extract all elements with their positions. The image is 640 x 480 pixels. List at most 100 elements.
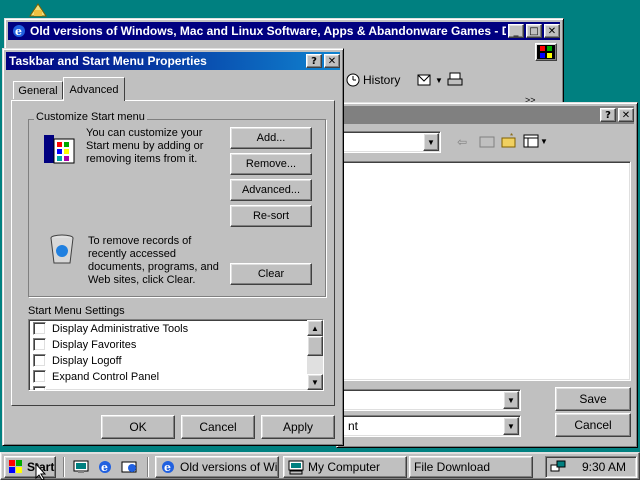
clear-description: To remove records of recently accessed d…: [88, 235, 219, 286]
history-button[interactable]: History: [345, 69, 400, 91]
ie-icon: e: [160, 459, 176, 475]
ie-icon: e: [11, 23, 27, 39]
tab-label: General: [18, 84, 58, 97]
start-button[interactable]: Start: [4, 456, 56, 478]
mail-button[interactable]: ▼: [417, 69, 443, 91]
tab-panel: Customize Start menu You can customize y…: [11, 100, 335, 406]
minimize-button[interactable]: _: [508, 24, 524, 38]
combo-dropdown-button[interactable]: ▼: [503, 391, 519, 409]
settings-checkbox[interactable]: [33, 354, 46, 367]
task-button-my-computer[interactable]: My Computer: [283, 456, 407, 478]
task-button-file-download[interactable]: File Download: [409, 456, 533, 478]
properties-titlebar[interactable]: Taskbar and Start Menu Properties ? ✕: [6, 52, 340, 70]
svg-text:e: e: [164, 461, 171, 474]
settings-item[interactable]: Expand Control Panel: [33, 370, 159, 383]
start-menu-icon: [42, 133, 76, 168]
combo-dropdown-button[interactable]: ▼: [423, 133, 439, 151]
settings-item-partial: [33, 386, 153, 390]
help-button[interactable]: ?: [600, 108, 616, 122]
svg-text:e: e: [15, 25, 22, 38]
browser-title: Old versions of Windows, Mac and Linux S…: [30, 24, 506, 38]
quick-launch-divider: [63, 457, 65, 477]
apply-button[interactable]: Apply: [261, 415, 335, 439]
close-button[interactable]: ✕: [618, 108, 634, 122]
properties-title: Taskbar and Start Menu Properties: [9, 54, 207, 68]
history-icon: [345, 72, 361, 88]
new-folder-icon[interactable]: *: [501, 132, 517, 152]
print-icon: [447, 72, 463, 88]
mouse-cursor-icon: [35, 462, 47, 480]
system-tray: 9:30 AM: [545, 456, 637, 478]
task-label: File Download: [414, 460, 491, 474]
quick-launch-ie-icon[interactable]: e: [97, 459, 113, 478]
scroll-thumb[interactable]: [307, 336, 323, 356]
quick-launch-outlook-icon[interactable]: [121, 459, 137, 478]
ok-button[interactable]: OK: [101, 415, 175, 439]
add-button[interactable]: Add...: [230, 127, 312, 149]
cancel-button[interactable]: Cancel: [181, 415, 255, 439]
location-combo[interactable]: ▼: [341, 131, 441, 153]
resort-button[interactable]: Re-sort: [230, 205, 312, 227]
network-icon[interactable]: [550, 459, 566, 475]
file-download-window: ? ✕ ▼ ⇦ * ▼ ▼ Save nt ▼ Cancel: [336, 102, 638, 448]
close-button[interactable]: ✕: [324, 54, 340, 68]
file-list[interactable]: [341, 161, 631, 381]
task-divider: [147, 457, 149, 477]
settings-item-label: Display Administrative Tools: [52, 322, 189, 335]
settings-checkbox[interactable]: [33, 338, 46, 351]
combo-dropdown-button[interactable]: ▼: [503, 417, 519, 435]
close-button[interactable]: ✕: [544, 24, 560, 38]
advanced-button[interactable]: Advanced...: [230, 179, 312, 201]
scroll-down-button[interactable]: ▼: [307, 374, 323, 390]
settings-label: Start Menu Settings: [28, 305, 125, 317]
settings-item-label: Display Favorites: [52, 338, 137, 351]
help-button[interactable]: ?: [306, 54, 322, 68]
tab-label: Advanced: [69, 83, 119, 96]
tab-advanced[interactable]: Advanced: [63, 77, 125, 101]
svg-text:*: *: [510, 133, 513, 141]
taskbar-properties-dialog: Taskbar and Start Menu Properties ? ✕ Ge…: [2, 48, 344, 446]
cancel-button[interactable]: Cancel: [555, 413, 631, 437]
maximize-button[interactable]: □: [526, 24, 542, 38]
file-download-titlebar[interactable]: ? ✕: [340, 106, 634, 124]
browser-titlebar[interactable]: e Old versions of Windows, Mac and Linux…: [8, 22, 560, 40]
back-icon[interactable]: ⇦: [457, 135, 467, 149]
settings-checkbox[interactable]: [33, 370, 46, 383]
print-button[interactable]: [447, 69, 463, 91]
task-button-browser[interactable]: e Old versions of Wi...: [155, 456, 279, 478]
svg-text:e: e: [101, 461, 108, 474]
settings-item[interactable]: Display Logoff: [33, 354, 122, 367]
file-type-combo[interactable]: nt ▼: [341, 415, 521, 437]
task-label: Old versions of Wi...: [180, 460, 278, 474]
dropdown-arrow-icon: ▼: [435, 75, 443, 85]
settings-item[interactable]: Display Administrative Tools: [33, 322, 188, 335]
quick-launch-desktop-icon[interactable]: [73, 459, 89, 478]
settings-item[interactable]: Display Favorites: [33, 338, 136, 351]
view-menu-icon[interactable]: ▼: [523, 134, 548, 148]
clock[interactable]: 9:30 AM: [582, 460, 626, 474]
settings-item-label: Expand Control Panel: [52, 370, 160, 383]
desktop-icon[interactable]: [24, 0, 54, 18]
scroll-up-button[interactable]: ▲: [307, 320, 323, 336]
save-button[interactable]: Save: [555, 387, 631, 411]
windows-logo-icon: [8, 459, 24, 475]
customize-description: You can customize your Start menu by add…: [86, 127, 204, 165]
history-label: History: [363, 73, 401, 87]
recycle-icon: [48, 233, 76, 270]
settings-list[interactable]: Display Administrative Tools Display Fav…: [28, 319, 324, 391]
taskbar: Start e e Old versions of Wi... My Compu…: [0, 452, 640, 480]
browser-throbber: [535, 43, 557, 61]
file-name-combo[interactable]: ▼: [341, 389, 521, 411]
customize-group-label: Customize Start menu: [34, 111, 147, 123]
remove-button[interactable]: Remove...: [230, 153, 312, 175]
tab-general[interactable]: General: [13, 81, 63, 99]
clear-button[interactable]: Clear: [230, 263, 312, 285]
settings-item-label: Display Logoff: [52, 354, 122, 367]
file-type-value: nt: [348, 419, 359, 433]
task-label: My Computer: [308, 460, 381, 474]
settings-checkbox[interactable]: [33, 322, 46, 335]
up-folder-icon[interactable]: [479, 133, 495, 152]
mail-icon: [417, 72, 433, 88]
my-computer-icon: [288, 459, 304, 475]
settings-scrollbar[interactable]: ▲ ▼: [307, 320, 323, 390]
